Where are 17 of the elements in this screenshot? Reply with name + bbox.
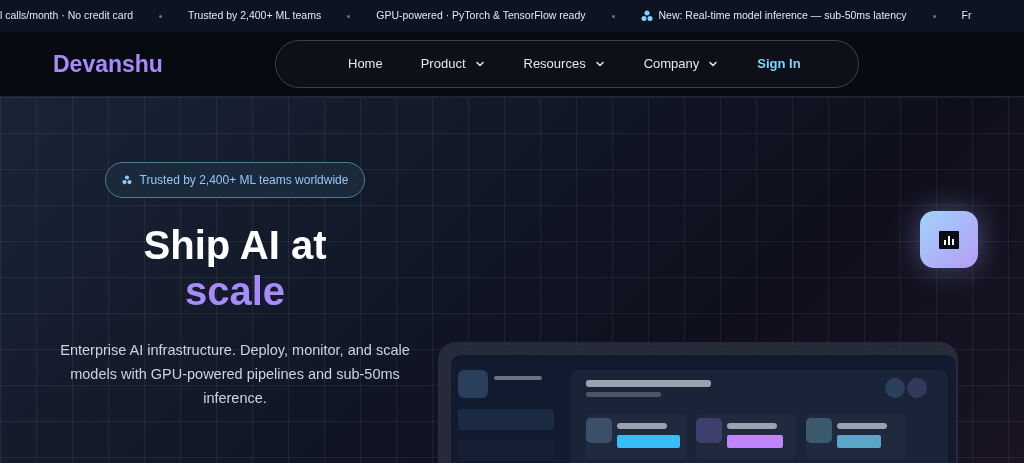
announcement-text: GPU-powered · PyTorch & TensorFlow ready bbox=[376, 8, 586, 24]
badge-text: Trusted by 2,400+ ML teams worldwide bbox=[139, 172, 349, 189]
nav-link[interactable]: Sign In bbox=[757, 54, 801, 74]
nav-link[interactable]: Home bbox=[348, 54, 383, 74]
triangle-icon bbox=[640, 10, 653, 22]
hero-title: Ship AI at scale bbox=[143, 222, 327, 314]
bar-chart-icon bbox=[939, 230, 959, 249]
nav-link[interactable]: Company bbox=[643, 54, 720, 74]
announcement-text: New: Real-time model inference — sub-50ms latency bbox=[658, 8, 907, 24]
nav-link[interactable]: Product bbox=[420, 54, 486, 74]
logo[interactable]: Devanshu bbox=[53, 46, 275, 82]
hero-description: Enterprise AI infrastructure. Deploy, monitor, and scale models with GPU-powered pipelines and sub-50ms inference. bbox=[59, 341, 411, 408]
announcement-text: Trusted by 2,400+ ML teams bbox=[188, 8, 322, 24]
triangle-icon bbox=[121, 175, 132, 185]
announcement-text: l calls/month · No credit card bbox=[0, 8, 134, 24]
announcement-text: Fr bbox=[961, 8, 972, 24]
nav-link[interactable]: Resources bbox=[523, 54, 606, 74]
